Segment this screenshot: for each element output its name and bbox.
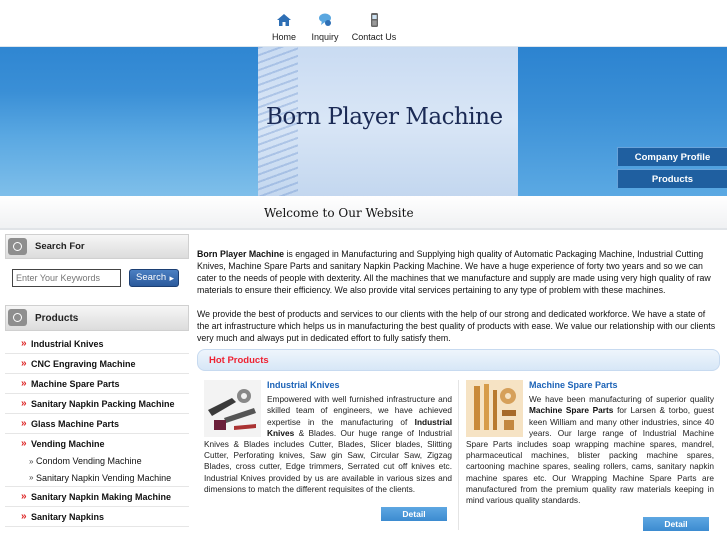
product-link-glass-machine-parts[interactable]: Glass Machine Parts (5, 414, 189, 434)
nav-contact-label: Contact Us (351, 32, 397, 42)
search-box: Search (5, 259, 189, 305)
products-header-bullet-icon (8, 309, 27, 326)
product-divider (458, 380, 459, 530)
welcome-bar: Welcome to Our Website (0, 196, 727, 230)
nav-inquiry-label: Inquiry (311, 32, 339, 42)
intro-paragraph-2: We provide the best of products and serv… (197, 309, 716, 343)
home-icon (277, 14, 291, 26)
product-sublink-condom-vending[interactable]: Condom Vending Machine (5, 454, 189, 469)
industrial-knives-detail-button[interactable]: Detail (381, 507, 447, 521)
left-sidebar: Search For Search Products Industrial Kn… (5, 234, 189, 545)
product-link-sanitary-napkins[interactable]: Sanitary Napkins (5, 507, 189, 527)
hot-products-header: Hot Products (197, 349, 720, 371)
product-link-vending-machine[interactable]: Vending Machine (5, 434, 189, 454)
nav-home[interactable]: Home (268, 12, 300, 42)
products-title: Products (35, 313, 79, 324)
product-card-machine-spare-parts: Machine Spare Parts We have been manufac… (466, 380, 714, 506)
company-profile-button[interactable]: Company Profile (617, 147, 727, 166)
nav-inquiry[interactable]: Inquiry (308, 12, 342, 42)
product-link-machine-spare-parts[interactable]: Machine Spare Parts (5, 374, 189, 394)
phone-icon (371, 13, 378, 27)
hot-products-title: Hot Products (209, 355, 269, 366)
product-link-napkin-packing[interactable]: Sanitary Napkin Packing Machine (5, 394, 189, 414)
brand-title: Born Player Machine (266, 104, 503, 130)
search-header-bullet-icon (8, 238, 27, 255)
machine-spare-parts-image[interactable] (466, 380, 523, 437)
nav-contact-us[interactable]: Contact Us (349, 12, 399, 42)
industrial-knives-image[interactable] (204, 380, 261, 437)
search-header: Search For (5, 234, 189, 259)
product-link-napkin-making[interactable]: Sanitary Napkin Making Machine (5, 487, 189, 507)
industrial-knives-desc-b: & Blades. Our huge range of Industrial K… (204, 427, 452, 494)
top-nav: Home Inquiry Contact Us (0, 0, 727, 47)
products-header: Products (5, 305, 189, 331)
intro-company-name: Born Player Machine (197, 249, 285, 259)
nav-home-label: Home (271, 32, 296, 42)
products-button[interactable]: Products (617, 169, 727, 188)
intro-text: Born Player Machine is engaged in Manufa… (197, 248, 718, 344)
product-link-industrial-knives[interactable]: Industrial Knives (5, 334, 189, 354)
machine-spare-parts-desc-a: We have been manufacturing of superior q… (529, 394, 714, 405)
search-title: Search For (35, 241, 85, 252)
search-button[interactable]: Search (129, 269, 179, 287)
machine-spare-parts-desc-bold: Machine Spare Parts (529, 405, 614, 416)
product-card-industrial-knives: Industrial Knives Empowered with well fu… (204, 380, 452, 495)
header-banner: Born Player Machine Company Profile Prod… (0, 47, 727, 196)
machine-spare-parts-detail-button[interactable]: Detail (643, 517, 709, 531)
search-input[interactable] (12, 269, 121, 287)
welcome-heading: Welcome to Our Website (264, 206, 414, 220)
inquiry-icon (319, 13, 331, 26)
product-link-cnc-engraving[interactable]: CNC Engraving Machine (5, 354, 189, 374)
products-list: Industrial Knives CNC Engraving Machine … (5, 334, 189, 527)
intro-paragraph-1: Born Player Machine is engaged in Manufa… (197, 248, 718, 296)
product-sublink-napkin-vending[interactable]: Sanitary Napkin Vending Machine (5, 469, 189, 487)
